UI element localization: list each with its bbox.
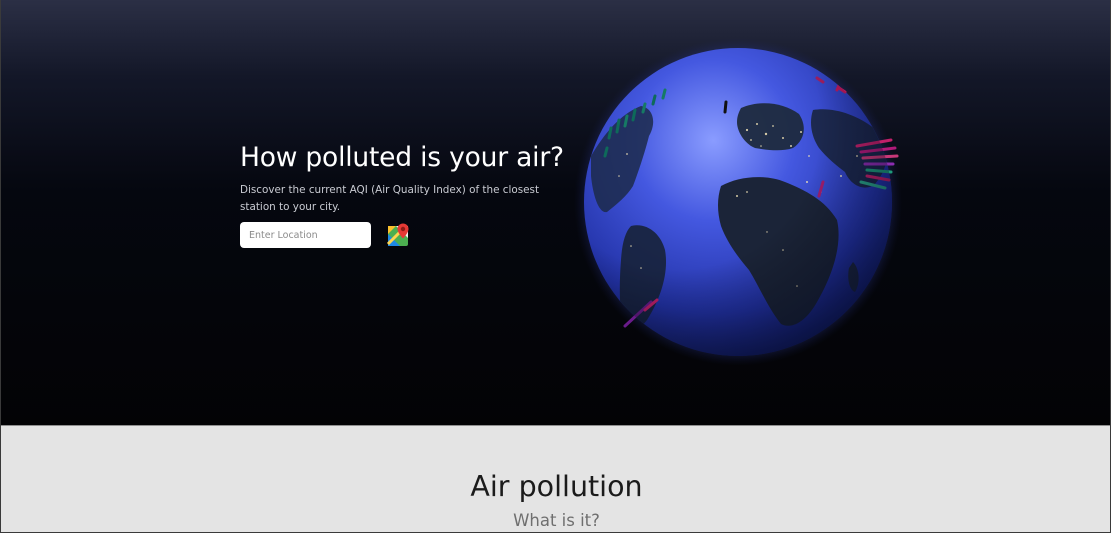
hero-subtitle: Discover the current AQI (Air Quality In…	[240, 184, 540, 213]
section-title: Air pollution	[470, 470, 643, 503]
page: How polluted is your air? Discover the c…	[0, 0, 1111, 533]
air-quality-globe[interactable]	[561, 36, 921, 376]
hero-title: How polluted is your air?	[240, 142, 564, 173]
hero-section: How polluted is your air? Discover the c…	[1, 0, 1110, 425]
location-input[interactable]	[240, 222, 371, 248]
air-pollution-section: Air pollution What is it?	[1, 425, 1110, 532]
section-subtitle: What is it?	[513, 511, 600, 530]
hero-text-block: How polluted is your air? Discover the c…	[240, 142, 570, 215]
google-maps-icon[interactable]	[386, 223, 411, 247]
